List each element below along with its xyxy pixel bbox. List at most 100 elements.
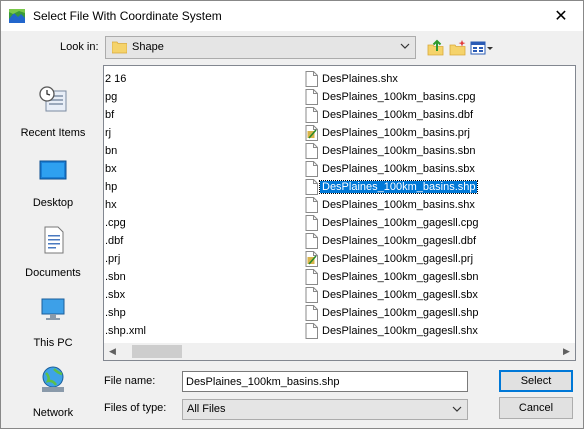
file-name: bf — [105, 109, 115, 121]
place-recent-items[interactable]: Recent Items — [10, 79, 96, 143]
file-name: .sbx — [105, 289, 126, 301]
file-name: DesPlaines.shx — [322, 73, 398, 85]
file-icon — [305, 179, 318, 195]
file-row-left[interactable]: .prj — [104, 250, 294, 268]
file-icon — [305, 71, 318, 87]
prj-file-icon — [305, 125, 318, 141]
file-name: .prj — [105, 253, 121, 265]
file-row-left[interactable]: .sbx — [104, 286, 294, 304]
file-name: .shp.xml — [105, 325, 146, 337]
file-row[interactable]: DesPlaines_100km_gagesll.shp — [300, 304, 570, 322]
file-icon — [305, 215, 318, 231]
filetype-dropdown[interactable]: All Files — [182, 399, 468, 420]
file-row-left[interactable]: pg — [104, 88, 294, 106]
lookin-dropdown[interactable]: Shape — [105, 36, 416, 59]
dialog-window: Select File With Coordinate System ✕ Loo… — [0, 0, 584, 429]
file-row-left[interactable]: bn — [104, 142, 294, 160]
file-row[interactable]: DesPlaines_100km_basins.dbf — [300, 106, 570, 124]
file-name: hp — [105, 181, 118, 193]
place-this-pc[interactable]: This PC — [10, 289, 96, 353]
file-name: 2 16 — [105, 73, 127, 85]
file-name: DesPlaines_100km_basins.prj — [322, 127, 470, 139]
file-name: DesPlaines_100km_gagesll.cpg — [322, 217, 479, 229]
file-list[interactable]: 2 16 pg bf rj bn bx hp hx .cpg .dbf .prj .sbn .sbx .s… — [103, 65, 576, 361]
file-row-left[interactable]: hp — [104, 178, 294, 196]
file-row[interactable]: DesPlaines_100km_basins.sbn — [300, 142, 570, 160]
lookin-label: Look in: — [60, 41, 99, 53]
close-icon: ✕ — [554, 8, 568, 25]
place-network[interactable]: Network — [10, 359, 96, 423]
file-row[interactable]: DesPlaines_100km_gagesll.cpg — [300, 214, 570, 232]
scroll-right-icon[interactable]: ▶ — [558, 343, 575, 360]
file-row-left[interactable]: bx — [104, 160, 294, 178]
file-row[interactable]: DesPlaines_100km_basins.shp — [300, 178, 570, 196]
lookin-value: Shape — [132, 41, 164, 53]
file-name: .dbf — [105, 235, 124, 247]
place-label: This PC — [33, 337, 73, 349]
app-icon — [9, 9, 25, 23]
file-row[interactable]: DesPlaines_100km_basins.shx — [300, 196, 570, 214]
file-name: hx — [105, 199, 117, 211]
file-icon — [305, 305, 318, 321]
file-icon — [305, 233, 318, 249]
file-row-left[interactable]: rj — [104, 124, 294, 142]
filetype-value: All Files — [187, 403, 226, 415]
chevron-down-icon — [400, 43, 410, 49]
this-pc-icon — [41, 298, 65, 320]
file-row[interactable]: DesPlaines_100km_gagesll.prj — [300, 250, 570, 268]
file-row[interactable]: DesPlaines_100km_basins.prj — [300, 124, 570, 142]
file-icon — [305, 89, 318, 105]
file-name: DesPlaines_100km_gagesll.sbn — [322, 271, 479, 283]
up-folder-icon[interactable] — [426, 38, 446, 58]
file-name: DesPlaines_100km_basins.dbf — [322, 109, 474, 121]
filename-input[interactable] — [182, 371, 468, 392]
file-row[interactable]: DesPlaines.shx — [300, 70, 570, 88]
filetype-label: Files of type: — [104, 402, 167, 414]
file-row-left[interactable]: .dbf — [104, 232, 294, 250]
view-menu-icon[interactable] — [469, 38, 493, 58]
title-bar: Select File With Coordinate System ✕ — [1, 1, 583, 31]
file-row-left[interactable]: hx — [104, 196, 294, 214]
file-row-left[interactable]: .cpg — [104, 214, 294, 232]
file-row-left[interactable]: bf — [104, 106, 294, 124]
place-documents[interactable]: Documents — [10, 219, 96, 283]
new-folder-icon[interactable] — [448, 38, 468, 58]
place-label: Recent Items — [20, 127, 86, 139]
cancel-button[interactable]: Cancel — [499, 397, 573, 419]
places-bar: Recent Items Desktop Documents This PC N… — [10, 65, 96, 420]
folder-icon — [112, 41, 127, 54]
file-icon — [305, 269, 318, 285]
file-row[interactable]: DesPlaines_100km_gagesll.shx — [300, 322, 570, 340]
place-label: Network — [32, 407, 74, 419]
file-row-left[interactable]: .shp — [104, 304, 294, 322]
file-row[interactable]: DesPlaines_100km_gagesll.sbn — [300, 268, 570, 286]
file-name: DesPlaines_100km_basins.shx — [322, 199, 475, 211]
file-name: DesPlaines_100km_gagesll.shp — [322, 307, 479, 319]
recent-items-icon — [39, 86, 67, 112]
file-row-left[interactable]: 2 16 — [104, 70, 294, 88]
place-desktop[interactable]: Desktop — [10, 149, 96, 213]
file-name: bn — [105, 145, 118, 157]
file-name: pg — [105, 91, 118, 103]
select-button[interactable]: Select — [499, 370, 573, 392]
place-label: Desktop — [32, 197, 74, 209]
close-button[interactable]: ✕ — [539, 1, 583, 31]
prj-file-icon — [305, 251, 318, 267]
file-row[interactable]: DesPlaines_100km_gagesll.dbf — [300, 232, 570, 250]
file-name: .sbn — [105, 271, 126, 283]
file-row[interactable]: DesPlaines_100km_gagesll.sbx — [300, 286, 570, 304]
window-title: Select File With Coordinate System — [33, 9, 222, 23]
scrollbar-thumb[interactable] — [132, 345, 182, 358]
place-label: Documents — [25, 267, 81, 279]
file-row-left[interactable]: .sbn — [104, 268, 294, 286]
scroll-left-icon[interactable]: ◀ — [104, 343, 121, 360]
chevron-down-icon — [452, 406, 462, 412]
file-name: rj — [105, 127, 112, 139]
file-name: DesPlaines_100km_gagesll.sbx — [322, 289, 478, 301]
file-row-left[interactable]: .shp.xml — [104, 322, 294, 340]
file-name: bx — [105, 163, 117, 175]
filename-label: File name: — [104, 375, 156, 387]
horizontal-scrollbar[interactable]: ◀ ▶ — [104, 343, 575, 360]
file-row[interactable]: DesPlaines_100km_basins.cpg — [300, 88, 570, 106]
file-row[interactable]: DesPlaines_100km_basins.sbx — [300, 160, 570, 178]
